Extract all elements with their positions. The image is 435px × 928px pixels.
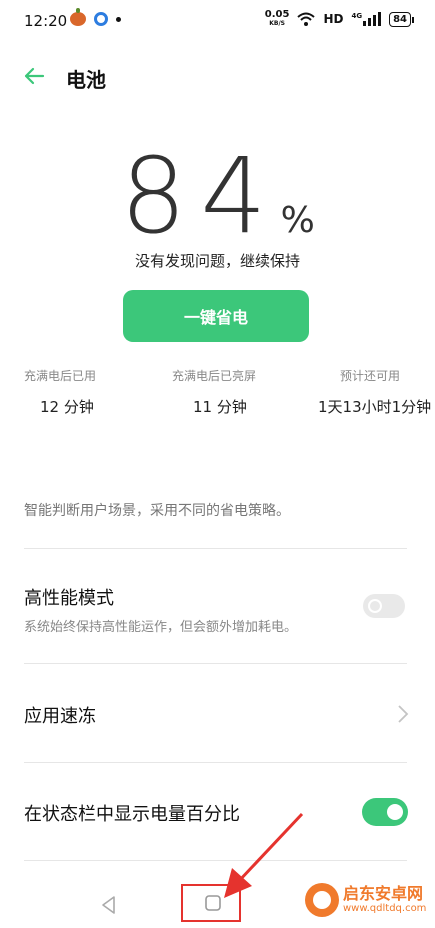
show-percentage-title: 在状态栏中显示电量百分比 — [24, 804, 240, 825]
network-speed: 0.05 KB/S — [264, 9, 290, 28]
stat-label-used-since-charge: 充满电后已用 — [24, 369, 97, 383]
chevron-right-icon — [398, 705, 409, 723]
divider — [24, 762, 407, 763]
more-notifications-dot-icon — [116, 16, 121, 22]
percent-sign: % — [280, 200, 315, 241]
status-time: 12:20 — [24, 12, 68, 30]
watermark: 启东安卓网 www.qdltdq.com — [305, 883, 426, 917]
performance-mode-row[interactable]: 高性能模式 系统始终保持高性能运作，但会额外增加耗电。 — [0, 570, 435, 650]
stat-label-screen-on-since-charge: 充满电后已亮屏 — [172, 369, 257, 383]
app-freeze-row[interactable]: 应用速冻 — [0, 688, 435, 742]
divider — [24, 548, 407, 549]
watermark-url: www.qdltdq.com — [343, 903, 427, 914]
show-percentage-toggle[interactable] — [362, 798, 408, 826]
one-tap-power-save-button[interactable]: 一键省电 — [123, 290, 309, 342]
battery-status-message: 没有发现问题，继续保持 — [134, 252, 300, 270]
notification-icons — [70, 8, 121, 26]
battery-icon: 84 — [389, 11, 414, 27]
performance-mode-title: 高性能模式 — [24, 588, 114, 609]
status-right-icons: 0.05 KB/S HD 4G 84 — [264, 9, 414, 28]
performance-mode-toggle[interactable] — [363, 594, 405, 618]
hd-indicator: HD — [323, 12, 344, 26]
watermark-logo-icon — [305, 883, 339, 917]
page-title: 电池 — [66, 68, 106, 92]
toggle-knob — [368, 599, 382, 613]
cell-signal: 4G — [351, 12, 382, 26]
stat-label-estimated-remaining: 预计还可用 — [340, 369, 401, 383]
stat-value-used-since-charge: 12 分钟 — [40, 398, 94, 416]
toggle-knob — [387, 804, 403, 820]
nav-back-icon[interactable] — [98, 894, 120, 916]
performance-mode-subtitle: 系统始终保持高性能运作，但会额外增加耗电。 — [24, 620, 298, 635]
battery-percentage: 84% — [0, 135, 435, 257]
pumpkin-app-icon — [70, 8, 86, 26]
back-arrow-icon[interactable] — [22, 64, 46, 88]
smart-strategy-hint: 智能判断用户场景，采用不同的省电策略。 — [24, 503, 290, 519]
signal-bars-icon — [363, 12, 382, 26]
app-notification-icon — [94, 12, 108, 26]
app-freeze-title: 应用速冻 — [24, 706, 96, 727]
stat-value-estimated-remaining: 1天13小时1分钟 — [318, 398, 432, 416]
battery-percent-value: 84 — [120, 135, 281, 257]
annotation-arrow-icon — [224, 812, 304, 898]
wifi-icon — [297, 12, 316, 26]
watermark-name: 启东安卓网 — [343, 884, 424, 903]
divider — [24, 663, 407, 664]
stat-value-screen-on-since-charge: 11 分钟 — [193, 398, 247, 416]
